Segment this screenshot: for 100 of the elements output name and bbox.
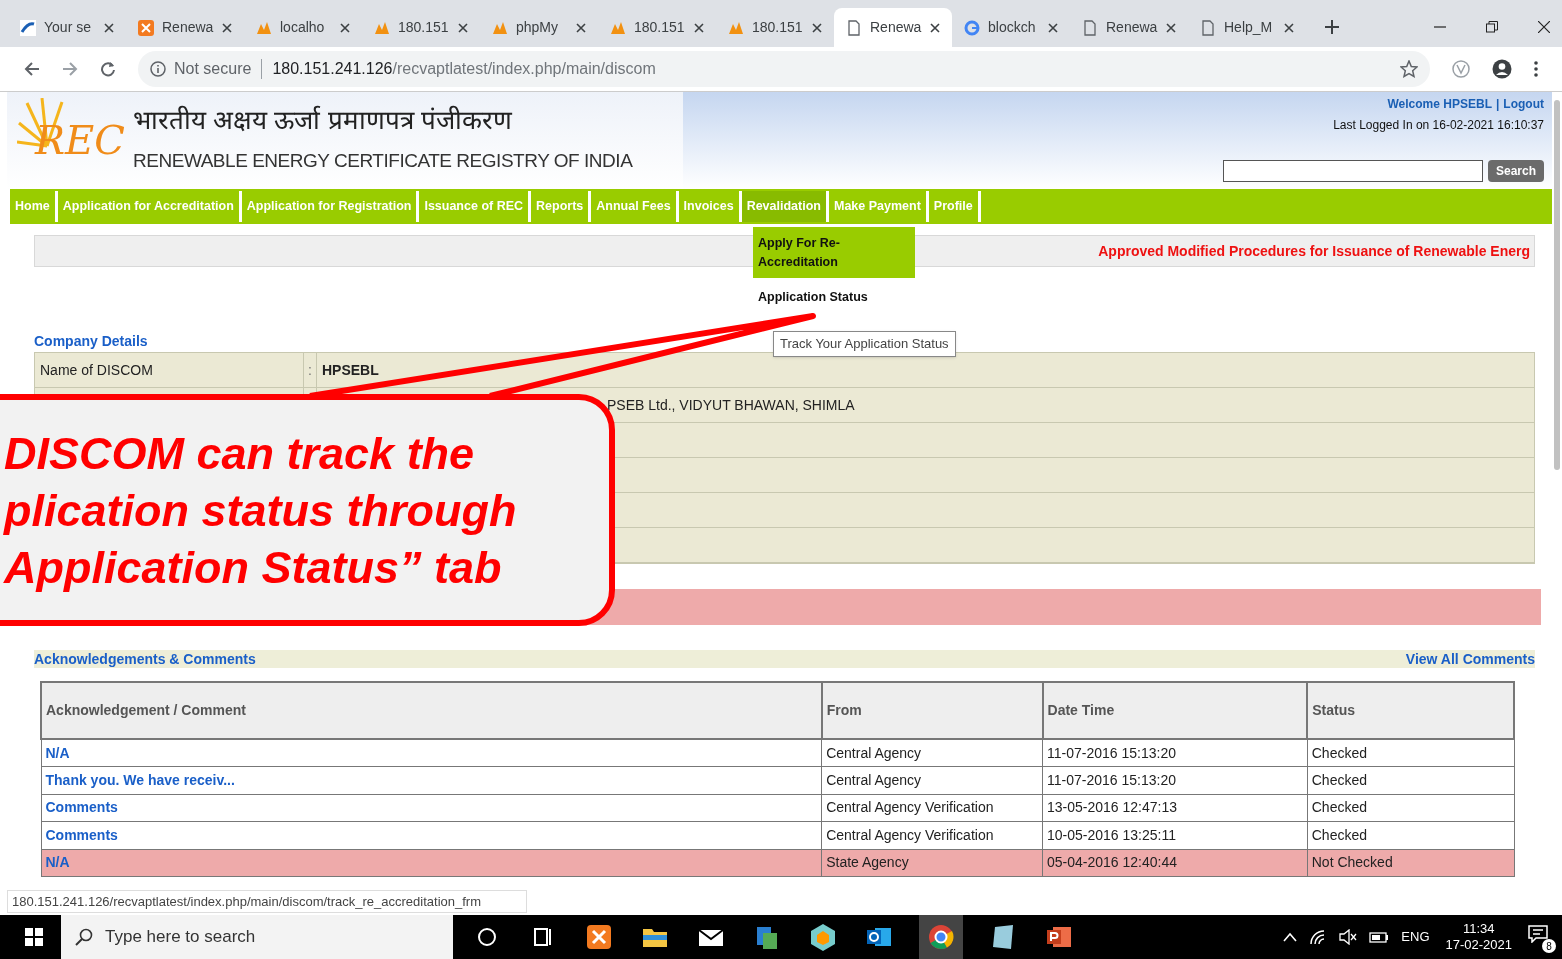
colon-text: : <box>308 360 312 380</box>
section-title: Acknowledgements & Comments <box>34 649 256 669</box>
close-icon[interactable] <box>1166 22 1176 33</box>
browser-tab[interactable]: Renewa <box>834 8 952 47</box>
welcome-link[interactable]: Welcome HPSEBL <box>1387 95 1492 113</box>
tab-title: 180.151 <box>398 18 450 37</box>
callout-text: DISCOM can track the plication status through Application Status” tab <box>4 426 518 595</box>
tab-favicon-icon <box>1200 19 1216 36</box>
tab-title: Help_M <box>1224 18 1274 37</box>
restore-icon[interactable] <box>1486 21 1498 33</box>
close-icon[interactable] <box>340 22 350 33</box>
taskbar-search-field[interactable]: Type here to search <box>61 915 453 959</box>
close-icon[interactable] <box>812 22 822 33</box>
tab-title: Renewa <box>162 18 214 37</box>
field-value: PSEB Ltd., VIDYUT BHAWAN, SHIMLA <box>607 395 855 415</box>
table-cell: Checked <box>1307 739 1514 767</box>
close-icon[interactable] <box>222 22 232 33</box>
tab-favicon-icon <box>1082 19 1098 36</box>
close-icon[interactable] <box>576 22 586 33</box>
notification-icon[interactable] <box>1528 925 1548 943</box>
search-button[interactable]: Search <box>1487 160 1544 182</box>
table-cell: Not Checked <box>1307 849 1514 877</box>
table-cell: 13-05-2016 12:47:13 <box>1042 794 1308 822</box>
scrollbar-thumb[interactable] <box>1554 100 1560 470</box>
new-tab-icon[interactable] <box>1324 19 1340 35</box>
browser-tab[interactable]: 180.151 <box>598 8 716 47</box>
table-cell: State Agency <box>821 849 1043 877</box>
tab-title: blockch <box>988 18 1037 37</box>
comment-link[interactable]: Thank you. We have receiv... <box>45 771 235 788</box>
table-cell: Central Agency <box>821 739 1043 767</box>
windows-start-icon[interactable] <box>25 928 43 946</box>
clock[interactable]: 11:34 17-02-2021 <box>1445 920 1512 954</box>
profile-icon[interactable] <box>1492 59 1512 79</box>
search-field[interactable] <box>1222 160 1483 182</box>
speaker-muted-icon[interactable] <box>1339 929 1358 945</box>
forward-icon[interactable] <box>62 61 78 77</box>
security-label: Not secure <box>174 59 252 79</box>
reload-icon[interactable] <box>100 61 116 77</box>
browser-tab[interactable]: Your se <box>8 8 126 47</box>
table-cell: Checked <box>1307 766 1514 794</box>
address-bar[interactable]: Not secure 180.151.241.126/recvaptlatest/index.php/main/discom <box>138 51 1430 87</box>
browser-tab[interactable]: 180.151 <box>716 8 834 47</box>
link-preview: 180.151.241.126/recvaptlatest/index.php/main/discom/track_re_accreditation_frm <box>7 890 527 913</box>
tab-title: phpMy <box>516 18 560 37</box>
table-cell: 11-07-2016 15:13:20 <box>1042 739 1308 767</box>
browser-tab[interactable]: Renewa <box>1070 8 1188 47</box>
comment-link[interactable]: N/A <box>45 854 70 871</box>
column-header: Date Time <box>1042 682 1308 739</box>
chevron-up-icon[interactable] <box>1283 932 1298 942</box>
dropdown-item[interactable]: Apply For Re-Accreditation <box>753 227 915 278</box>
extension-icon[interactable] <box>1452 60 1470 78</box>
field-label: Name of DISCOM <box>40 360 153 380</box>
comment-link[interactable]: Comments <box>45 799 118 816</box>
search-icon <box>75 928 93 946</box>
menu-icon[interactable] <box>1534 61 1538 77</box>
field-value: HPSEBL <box>322 360 379 380</box>
logout-link[interactable]: Logout <box>1503 95 1544 113</box>
close-icon[interactable] <box>458 22 468 33</box>
tab-favicon-icon <box>138 19 154 36</box>
table-cell: 05-04-2016 12:40:44 <box>1042 849 1308 877</box>
tooltip: Track Your Application Status <box>773 331 956 357</box>
close-icon[interactable] <box>1538 21 1550 33</box>
browser-tab[interactable]: 180.151 <box>362 8 480 47</box>
hindi-title: भारतीय अक्षय ऊर्जा प्रमाणपत्र पंजीकरण <box>133 104 514 137</box>
browser-tab[interactable]: Help_M <box>1188 8 1306 47</box>
close-icon[interactable] <box>104 22 114 33</box>
table-cell: Central Agency <box>821 766 1043 794</box>
comment-link[interactable]: Comments <box>45 826 118 843</box>
url-text: 180.151.241.126/recvaptlatest/index.php/main/discom <box>272 59 656 79</box>
view-all-link[interactable]: View All Comments <box>1405 648 1535 670</box>
table-cell: 11-07-2016 15:13:20 <box>1042 766 1308 794</box>
separator-text: | <box>1496 96 1500 113</box>
close-icon[interactable] <box>1048 22 1058 33</box>
tab-title: Renewa <box>1106 18 1158 37</box>
back-icon[interactable] <box>24 61 40 77</box>
english-title: RENEWABLE ENERGY CERTIFICATE REGISTRY OF INDIA <box>133 148 633 173</box>
browser-tab[interactable]: Renewa <box>126 8 244 47</box>
close-icon[interactable] <box>1284 22 1294 33</box>
browser-tab[interactable]: blockch <box>952 8 1070 47</box>
last-login-text: Last Logged In on 16-02-2021 16:10:37 <box>1333 117 1544 134</box>
browser-tab[interactable]: phpMy <box>480 8 598 47</box>
battery-icon[interactable] <box>1369 930 1390 944</box>
close-icon[interactable] <box>694 22 704 33</box>
chrome-icon[interactable] <box>919 915 963 959</box>
tab-favicon-icon <box>846 19 862 36</box>
table-cell: 10-05-2016 13:25:11 <box>1042 821 1308 849</box>
table-cell: Checked <box>1307 794 1514 822</box>
tab-title: Renewa <box>870 18 922 37</box>
tab-title: 180.151 <box>634 18 686 37</box>
star-icon[interactable] <box>1400 60 1418 78</box>
section-title: Company Details <box>34 332 148 351</box>
tab-title: 180.151 <box>752 18 804 37</box>
tab-title: localho <box>280 18 326 37</box>
close-icon[interactable] <box>930 22 940 33</box>
comment-link[interactable]: N/A <box>45 744 70 761</box>
logo-text: REC <box>35 120 125 160</box>
browser-tab[interactable]: localho <box>244 8 362 47</box>
language-indicator[interactable]: ENG <box>1401 927 1430 947</box>
notice-text: Approved Modified Procedures for Issuance of Renewable Energ <box>1098 241 1530 261</box>
table-cell: Central Agency Verification <box>821 821 1043 849</box>
